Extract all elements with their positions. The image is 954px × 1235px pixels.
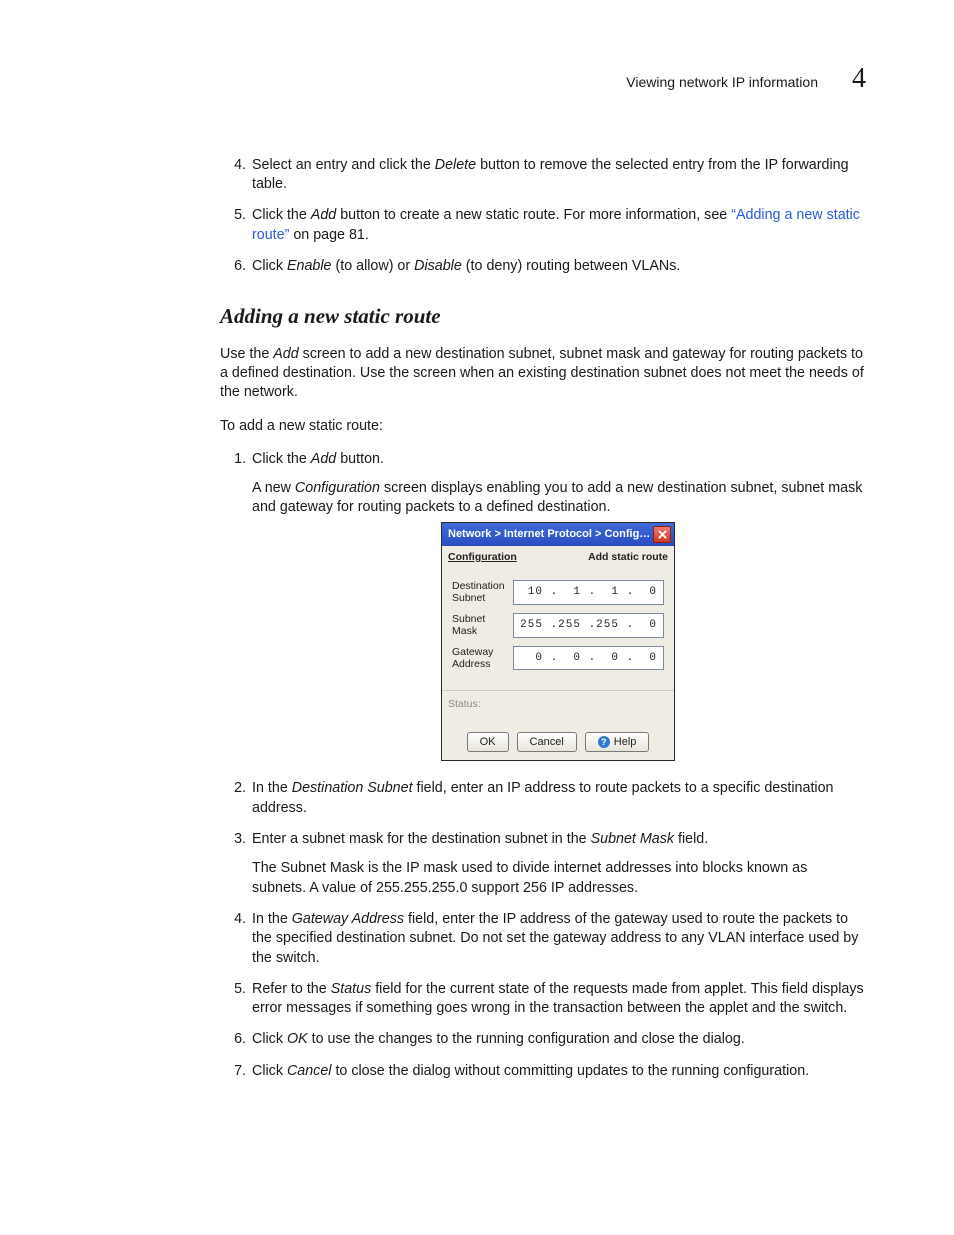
add-step-6: Click OK to use the changes to the runni… xyxy=(250,1030,864,1049)
destination-subnet-input[interactable]: 10 . 1 . 1 . 0 xyxy=(513,580,664,605)
subnet-mask-input[interactable]: 255 .255 .255 . 0 xyxy=(513,613,664,638)
dialog-titlebar: Network > Internet Protocol > Config… xyxy=(442,523,674,546)
enable-ref: Enable xyxy=(287,258,332,274)
section-heading: Adding a new static route xyxy=(220,302,864,330)
step-4: Select an entry and click the Delete but… xyxy=(250,156,864,195)
status-field: Status: xyxy=(442,690,674,731)
intro-lead: To add a new static route: xyxy=(220,417,864,436)
cancel-button[interactable]: Cancel xyxy=(517,732,577,753)
destination-subnet-label: Destination Subnet xyxy=(452,580,505,604)
steps-add-route: Click the Add button. A new Configuratio… xyxy=(220,450,864,1081)
running-header-title: Viewing network IP information xyxy=(626,73,818,92)
help-button[interactable]: ? Help xyxy=(585,732,650,753)
add-static-route-dialog: Network > Internet Protocol > Config… Co… xyxy=(441,522,675,762)
subnet-mask-label: Subnet Mask xyxy=(452,613,505,637)
add-step-3: Enter a subnet mask for the destination … xyxy=(250,830,864,898)
gateway-address-input[interactable]: 0 . 0 . 0 . 0 xyxy=(513,646,664,671)
close-icon[interactable] xyxy=(653,526,671,543)
add-step-1: Click the Add button. A new Configuratio… xyxy=(250,450,864,762)
gateway-address-label: Gateway Address xyxy=(452,646,505,670)
ok-button[interactable]: OK xyxy=(467,732,509,753)
add-step-7: Click Cancel to close the dialog without… xyxy=(250,1062,864,1081)
add-step-2: In the Destination Subnet field, enter a… xyxy=(250,779,864,818)
chapter-number: 4 xyxy=(852,60,866,98)
dialog-subheader-left: Configuration xyxy=(448,550,517,564)
add-step-4: In the Gateway Address field, enter the … xyxy=(250,910,864,968)
step-5: Click the Add button to create a new sta… xyxy=(250,206,864,245)
steps-continued: Select an entry and click the Delete but… xyxy=(220,156,864,276)
disable-ref: Disable xyxy=(414,258,462,274)
delete-button-ref: Delete xyxy=(435,157,476,173)
add-step-5: Refer to the Status field for the curren… xyxy=(250,980,864,1019)
dialog-subheader: Configuration Add static route xyxy=(442,546,674,566)
dialog-title: Network > Internet Protocol > Config… xyxy=(448,527,653,542)
dialog-subheader-right: Add static route xyxy=(588,550,668,564)
help-icon: ? xyxy=(598,736,610,748)
intro-paragraph: Use the Add screen to add a new destinat… xyxy=(220,345,864,403)
step-6: Click Enable (to allow) or Disable (to d… xyxy=(250,257,864,276)
running-header: Viewing network IP information 4 xyxy=(86,60,868,98)
add-button-ref: Add xyxy=(311,207,336,223)
